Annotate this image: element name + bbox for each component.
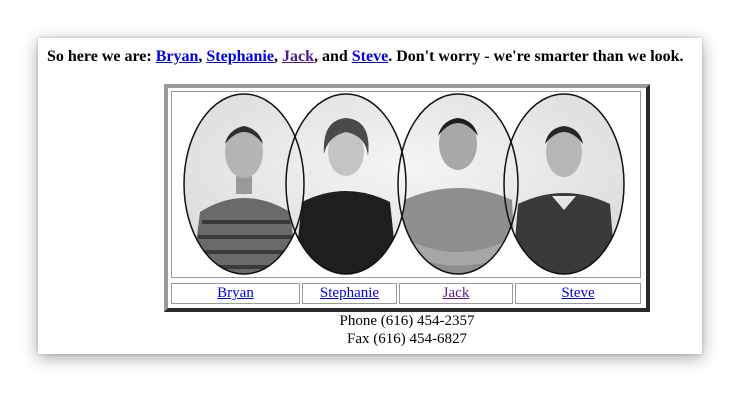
intro-separator: , and xyxy=(313,48,352,65)
team-photo-icon xyxy=(183,93,625,275)
cell-bryan: Bryan xyxy=(171,283,300,304)
intro-prefix: So here we are: xyxy=(47,48,156,65)
phone-number: Phone (616) 454-2357 xyxy=(339,313,475,329)
cell-steve: Steve xyxy=(515,283,641,304)
team-link-stephanie[interactable]: Stephanie xyxy=(320,285,379,301)
intro-suffix: . Don't worry - we're smarter than we lo… xyxy=(388,48,684,65)
cell-jack: Jack xyxy=(399,283,513,304)
intro-separator: , xyxy=(273,48,282,65)
team-photo-table: Bryan Stephanie Jack Steve xyxy=(164,84,650,312)
intro-sentence: So here we are: Bryan, Stephanie, Jack, … xyxy=(47,48,707,66)
contact-info: Phone (616) 454-2357 Fax (616) 454-6827 xyxy=(164,312,650,348)
intro-link-steve[interactable]: Steve xyxy=(352,48,388,65)
team-link-jack[interactable]: Jack xyxy=(443,285,470,301)
fax-number: Fax (616) 454-6827 xyxy=(347,331,467,347)
team-links-row: Bryan Stephanie Jack Steve xyxy=(171,283,641,304)
intro-link-jack[interactable]: Jack xyxy=(282,48,314,65)
team-link-steve[interactable]: Steve xyxy=(561,285,594,301)
cell-stephanie: Stephanie xyxy=(302,283,397,304)
team-photo-cell xyxy=(171,91,641,278)
intro-link-bryan[interactable]: Bryan xyxy=(156,48,199,65)
intro-link-stephanie[interactable]: Stephanie xyxy=(206,48,274,65)
team-link-bryan[interactable]: Bryan xyxy=(217,285,254,301)
